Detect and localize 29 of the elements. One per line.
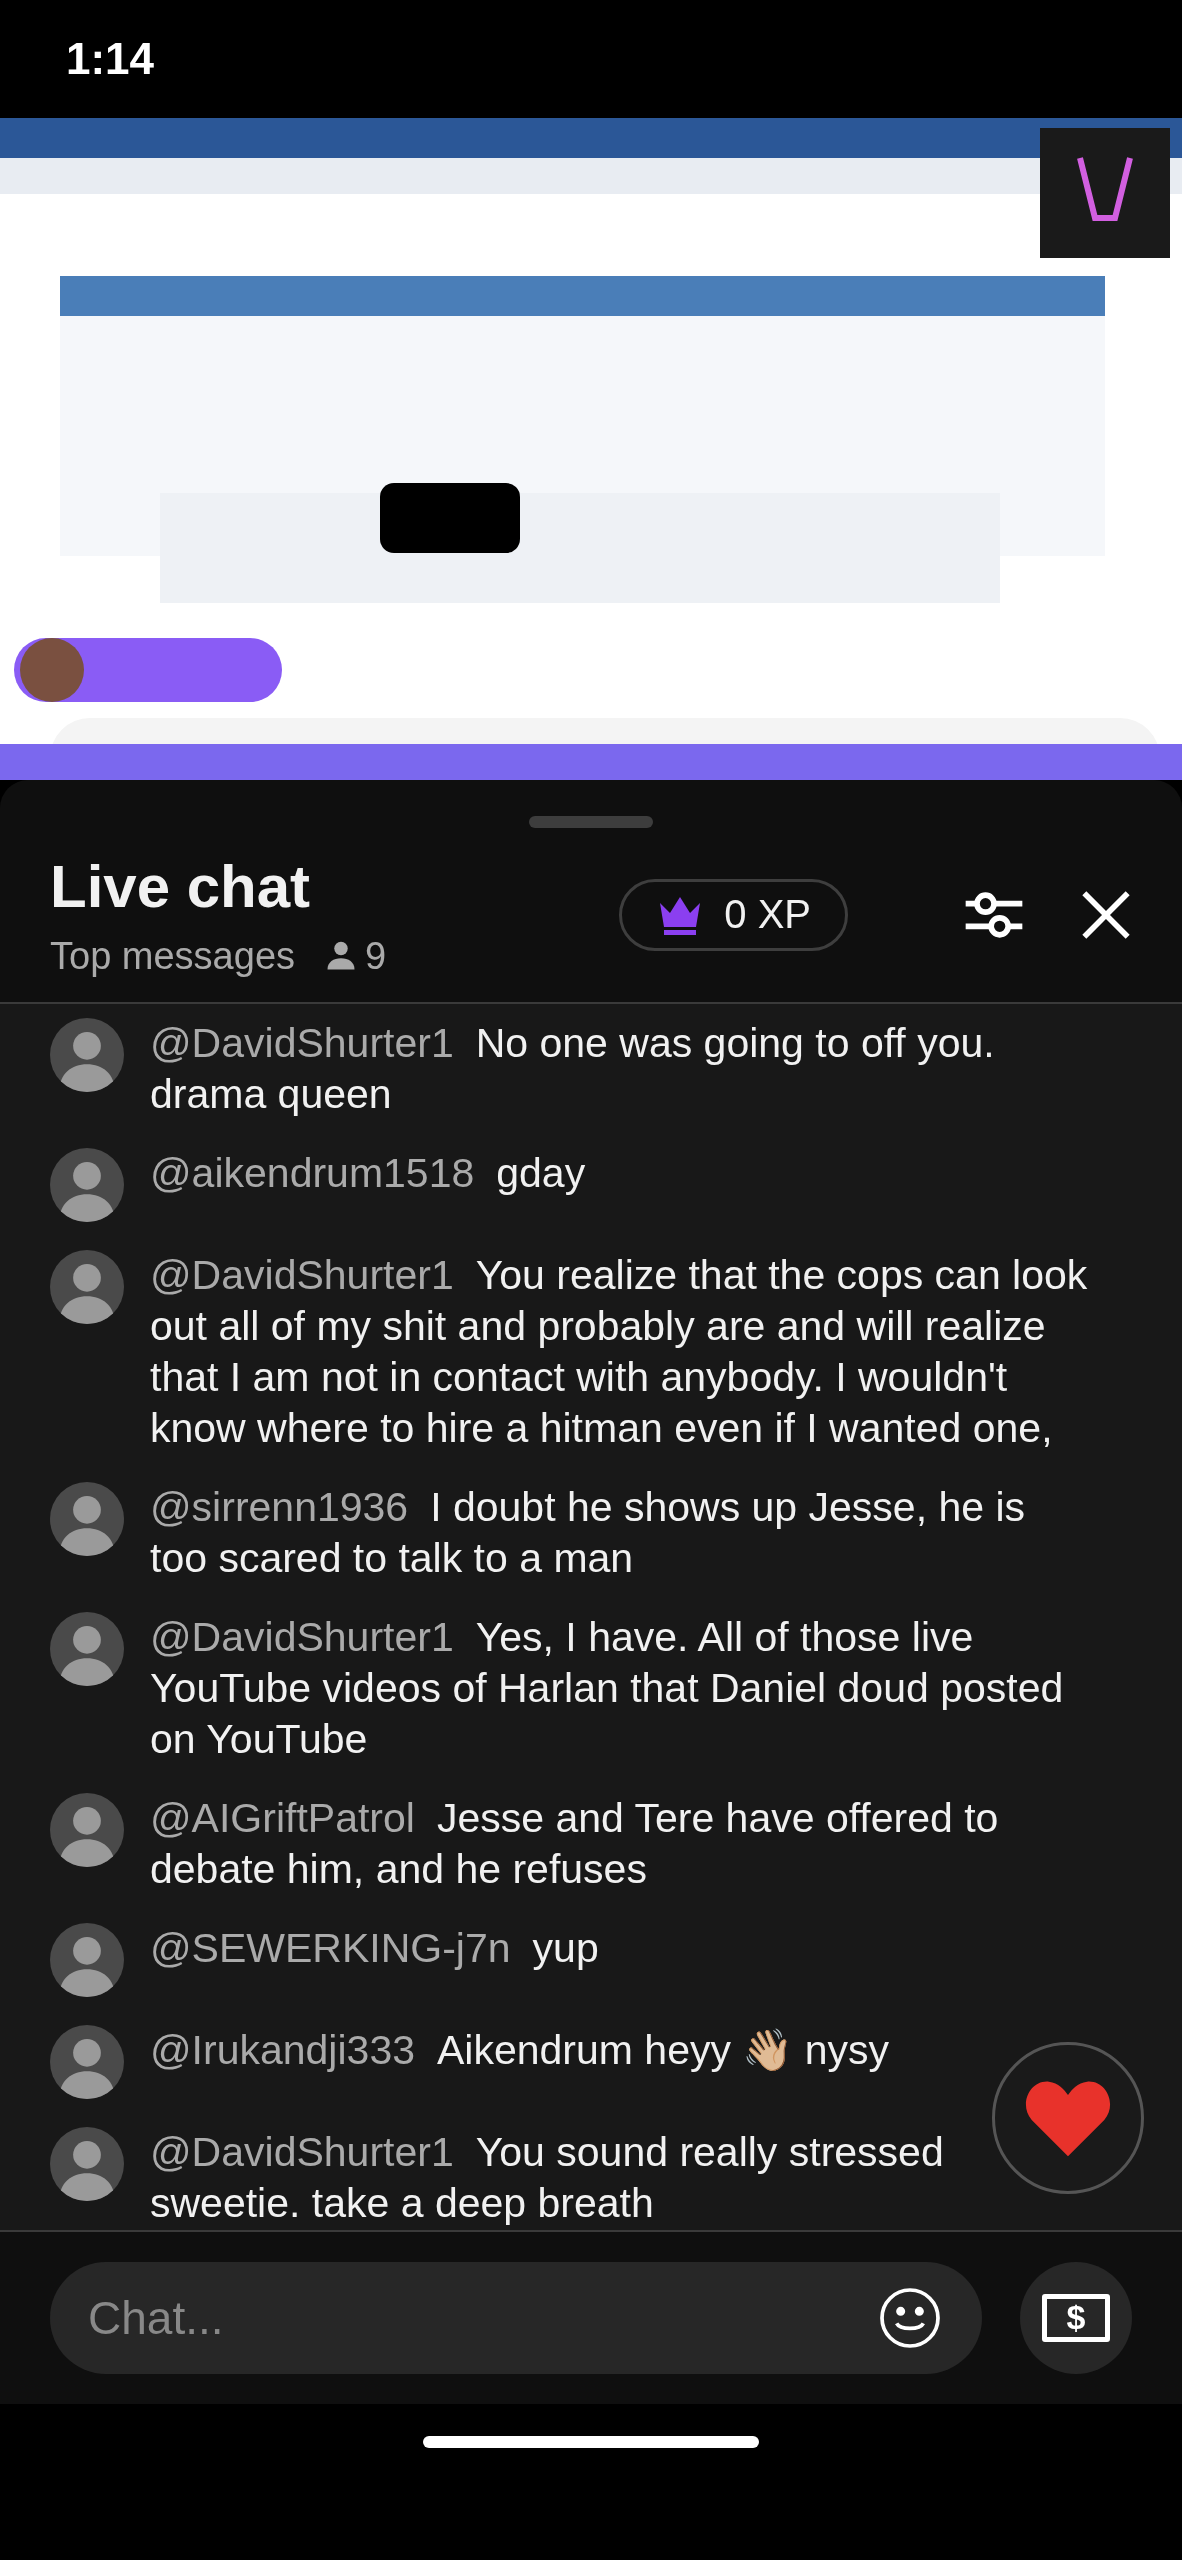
drag-handle[interactable] [529, 815, 653, 828]
chat-message: @DavidShurter1 Yes, I have. All of those live YouTube videos of Harlan that Daniel doud posted on YouTube [150, 1613, 1065, 1765]
smiley-icon[interactable] [878, 2285, 942, 2350]
username[interactable]: @AIGriftPatrol [150, 1795, 415, 1842]
home-indicator[interactable] [423, 2435, 759, 2448]
chat-message: @DavidShurter1 You realize that the cops can look out all of my shit and probably are and will realize that I am not in contact with anybody. I wouldn't know where to hire a hitman even if I wanted one, [150, 1251, 1089, 1454]
username[interactable]: @DavidShurter1 [150, 1252, 454, 1299]
username[interactable]: @sirrenn1936 [150, 1484, 409, 1531]
chat-message: @sirrenn1936 I doubt he shows up Jesse, he is too scared to talk to a man [150, 1483, 1027, 1584]
username[interactable]: @aikendrum1518 [150, 1150, 475, 1197]
chat-message: @aikendrum1518 gday [150, 1149, 586, 1199]
xp-button[interactable]: 0 XP [619, 878, 848, 951]
username[interactable]: @DavidShurter1 [150, 1614, 454, 1661]
username[interactable]: @DavidShurter1 [150, 1020, 454, 1067]
chat-message: @Irukandji333 Aikendrum heyy 👋🏼 nysy [150, 2026, 890, 2076]
chat-mode-label[interactable]: Top messages [50, 934, 295, 978]
status-time: 1:14 [66, 34, 155, 84]
viewer-count: 9 [365, 934, 387, 978]
dollar-bill-icon: $ [1042, 2293, 1110, 2342]
chat-message: @DavidShurter1 You sound really stressed sweetie. take a deep breath [150, 2128, 945, 2229]
username[interactable]: @DavidShurter1 [150, 2129, 454, 2176]
chat-input-field[interactable]: Chat... [50, 2261, 982, 2374]
chat-message: @SEWERKING-j7n yup [150, 1924, 599, 1974]
chat-message: @DavidShurter1 No one was going to off you. drama queen [150, 1019, 996, 1120]
super-chat-button[interactable]: $ [1020, 2261, 1132, 2374]
chat-message: @AIGriftPatrol Jesse and Tere have offered to debate him, and he refuses [150, 1794, 1000, 1895]
username[interactable]: @SEWERKING-j7n [150, 1925, 511, 1972]
username[interactable]: @Irukandji333 [150, 2027, 415, 2074]
panel-title: Live chat [50, 851, 312, 921]
